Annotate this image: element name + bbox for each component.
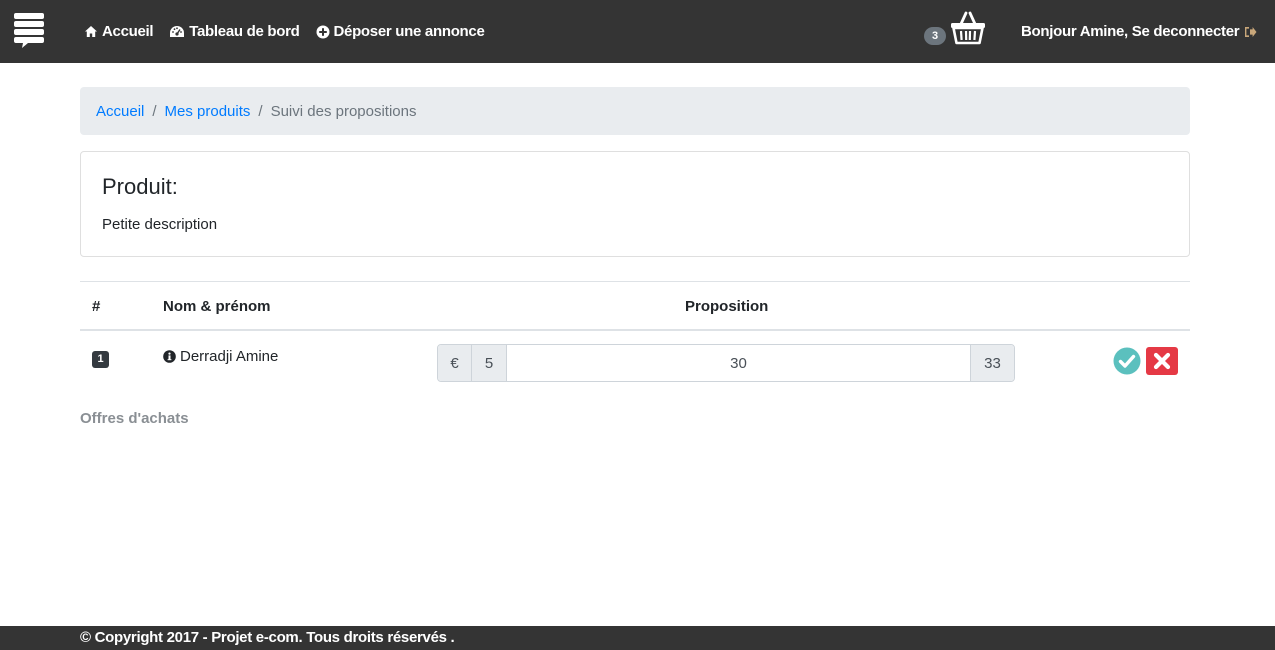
accept-proposition-button[interactable] (1113, 347, 1141, 375)
propositions-table: # Nom & prénom Proposition 1 Derradji Am… (80, 281, 1190, 397)
breadcrumb-current: Suivi des propositions (270, 102, 417, 120)
column-header-number: # (92, 298, 101, 315)
column-header-proposition: Proposition (685, 298, 769, 315)
nav-links: Accueil Tableau de bord Déposer une anno… (84, 0, 485, 63)
sign-out-icon (1245, 26, 1257, 37)
proposition-input-group: € 5 33 (437, 344, 1015, 382)
breadcrumb-separator: / (258, 102, 263, 120)
breadcrumb-accueil[interactable]: Accueil (96, 103, 144, 120)
info-circle-icon[interactable] (163, 350, 176, 363)
logout-link-label: Bonjour Amine, Se deconnecter (1021, 23, 1240, 40)
top-navbar: Accueil Tableau de bord Déposer une anno… (0, 0, 1275, 63)
nav-link-label: Déposer une annonce (333, 23, 485, 40)
nav-link-accueil[interactable]: Accueil (84, 23, 154, 40)
breadcrumb-mes-produits[interactable]: Mes produits (165, 103, 251, 120)
product-title: Produit: (102, 174, 178, 199)
min-value-addon: 5 (472, 345, 507, 381)
basket-icon (951, 11, 985, 45)
currency-addon: € (438, 345, 472, 381)
product-card: Produit: Petite description (80, 151, 1190, 257)
nav-link-label: Accueil (102, 23, 154, 40)
bidder-name[interactable]: Derradji Amine (163, 348, 278, 365)
plus-circle-icon (316, 25, 329, 38)
breadcrumb: Accueil / Mes produits / Suivi des propo… (80, 87, 1190, 135)
table-row: 1 Derradji Amine € 5 33 (80, 331, 1190, 397)
nav-link-deposer-annonce[interactable]: Déposer une annonce (316, 23, 485, 40)
cart-button[interactable]: 3 (924, 10, 988, 50)
cart-count-badge: 3 (924, 27, 946, 45)
offers-label: Offres d'achats (80, 410, 189, 427)
dashboard-icon (170, 25, 185, 37)
footer: © Copyright 2017 - Projet e-com. Tous dr… (0, 626, 1275, 650)
table-header: # Nom & prénom Proposition (80, 281, 1190, 331)
footer-copyright: © Copyright 2017 - Projet e-com. Tous dr… (80, 629, 455, 646)
row-number-badge: 1 (92, 351, 109, 368)
logo-stack-icon[interactable] (14, 13, 44, 49)
bidder-name-text: Derradji Amine (180, 348, 279, 365)
column-header-name: Nom & prénom (163, 298, 271, 315)
proposition-input[interactable] (507, 345, 970, 381)
home-icon (85, 26, 97, 37)
logout-link[interactable]: Bonjour Amine, Se deconnecter (1021, 0, 1257, 63)
nav-link-label: Tableau de bord (189, 23, 300, 40)
breadcrumb-separator: / (152, 102, 157, 120)
max-value-addon: 33 (970, 345, 1014, 381)
reject-proposition-button[interactable] (1146, 347, 1178, 375)
nav-link-tableau-de-bord[interactable]: Tableau de bord (169, 23, 300, 40)
product-description: Petite description (102, 216, 218, 233)
